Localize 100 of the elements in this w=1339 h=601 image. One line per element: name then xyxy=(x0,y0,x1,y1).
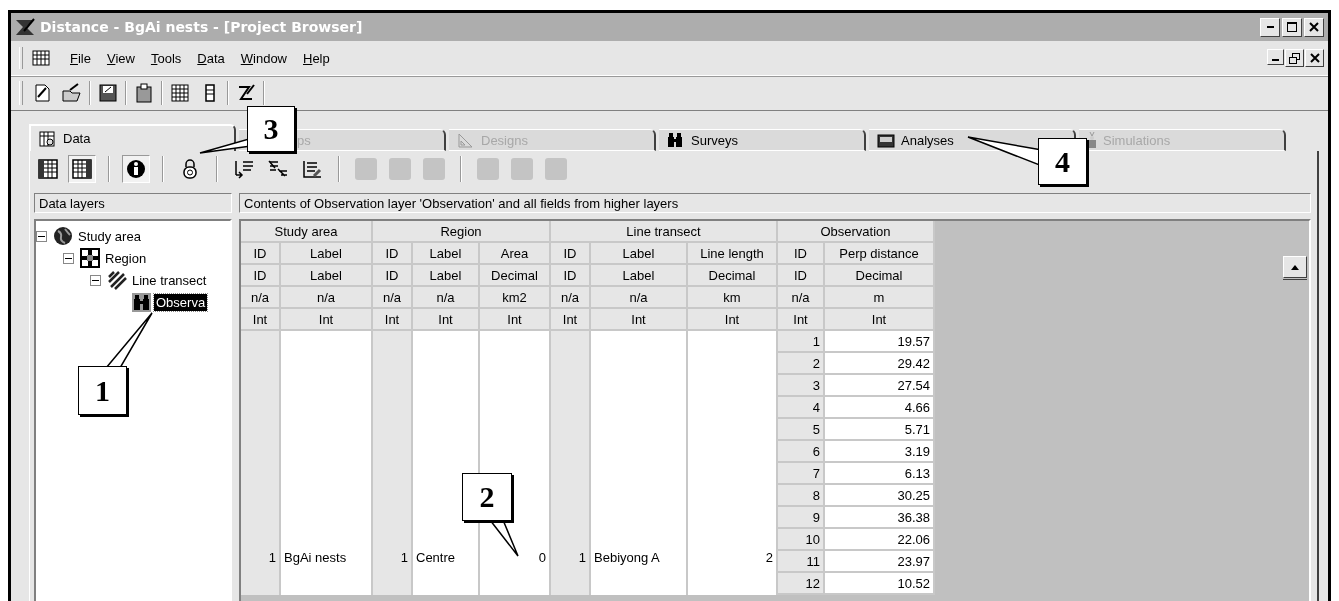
minimize-button[interactable] xyxy=(1260,17,1280,37)
callout-number: 1 xyxy=(78,366,127,415)
row-id-cell: 3 xyxy=(778,375,825,397)
column-header: Int xyxy=(413,309,480,331)
tree-item[interactable]: Observa xyxy=(154,293,208,311)
minimize-button[interactable] xyxy=(1267,49,1284,65)
panel-header: Contents of Observation layer 'Observation' and all fields from higher layers xyxy=(239,193,1311,213)
menu-item[interactable]: Window xyxy=(233,48,294,68)
list-arrow-icon xyxy=(233,158,255,180)
table-cell: Centre xyxy=(416,550,456,565)
table-cell: 1 xyxy=(268,550,276,565)
calendar-icon xyxy=(169,82,191,104)
callout-number: 4 xyxy=(1038,138,1087,185)
collapse-toggle[interactable] xyxy=(63,252,74,264)
close-button[interactable] xyxy=(1304,17,1324,37)
menu-item[interactable]: View xyxy=(99,48,142,68)
column-header: ID xyxy=(551,243,591,265)
table-cell: 1 xyxy=(400,550,408,565)
column-header: Area xyxy=(480,243,551,265)
column-header: Int xyxy=(825,309,935,331)
column-header: Label xyxy=(591,243,688,265)
column-header: Int xyxy=(373,309,413,331)
row-id-cell: 12 xyxy=(778,573,825,595)
binoculars-icon xyxy=(131,292,151,312)
row-id-cell: 5 xyxy=(778,419,825,441)
column-header: ID xyxy=(778,265,825,287)
table-cell: 29.42 xyxy=(825,353,935,375)
menu-item[interactable]: File xyxy=(63,48,98,68)
table-cell: BgAi nests xyxy=(284,550,347,565)
column-header: Int xyxy=(688,309,778,331)
callout-pointer xyxy=(104,312,153,369)
column-header: km xyxy=(688,287,778,309)
menu-item[interactable]: Help xyxy=(296,48,337,68)
menu-item[interactable]: Tools xyxy=(143,48,189,68)
table-cell: 3.19 xyxy=(825,441,935,463)
column-header: ID xyxy=(373,265,413,287)
column-header: n/a xyxy=(551,287,591,309)
tree-item[interactable]: Line transect xyxy=(130,271,209,289)
collapse-toggle[interactable] xyxy=(90,274,101,286)
row-id-cell: 4 xyxy=(778,397,825,419)
column-header: ID xyxy=(551,265,591,287)
menu-item[interactable]: Data xyxy=(190,48,232,68)
column-header: n/a xyxy=(778,287,825,309)
monitor-icon xyxy=(877,132,895,148)
column-group-header: Line transect xyxy=(551,221,778,243)
column-header: ID xyxy=(241,265,281,287)
table-cell: 0 xyxy=(538,550,546,565)
globe-icon xyxy=(53,226,73,246)
tree-item[interactable]: Region xyxy=(103,249,149,267)
column-header: Label xyxy=(413,265,480,287)
column-header: n/a xyxy=(373,287,413,309)
table-cell: 19.57 xyxy=(825,331,935,353)
column-header: Decimal xyxy=(688,265,778,287)
column-header: Line length xyxy=(688,243,778,265)
column-header: Decimal xyxy=(825,265,935,287)
column-header: ID xyxy=(778,243,825,265)
close-button[interactable] xyxy=(1305,49,1324,67)
row-id-cell: 2 xyxy=(778,353,825,375)
restore-button[interactable] xyxy=(1285,49,1304,67)
column-header: Int xyxy=(281,309,373,331)
column-header: n/a xyxy=(591,287,688,309)
diagonal-lines-icon xyxy=(107,270,127,290)
info-icon xyxy=(125,158,147,180)
toolbar-button[interactable] xyxy=(122,155,150,183)
table-cell: 6.13 xyxy=(825,463,935,485)
row-id-cell: 11 xyxy=(778,551,825,573)
collapse-toggle[interactable] xyxy=(36,230,47,242)
column-header: n/a xyxy=(241,287,281,309)
maximize-icon xyxy=(1287,22,1297,32)
column-grid-icon xyxy=(37,158,59,180)
panel-header: Data layers xyxy=(34,193,232,213)
tab[interactable]: Surveys xyxy=(659,129,866,151)
minus-icon xyxy=(92,279,99,281)
table-cell: 10.52 xyxy=(825,573,935,595)
column-header: Label xyxy=(281,243,373,265)
scroll-up-button[interactable] xyxy=(1283,256,1307,278)
row-id-cell: 7 xyxy=(778,463,825,485)
maximize-button[interactable] xyxy=(1282,17,1302,37)
table-cell: 2 xyxy=(765,550,773,565)
open-folder-icon xyxy=(61,82,83,104)
minimize-icon xyxy=(1266,26,1274,28)
rabbit-in-hat-icon xyxy=(1087,132,1097,148)
table-cell: 36.38 xyxy=(825,507,935,529)
column-header: Label xyxy=(281,265,373,287)
list-edit-icon xyxy=(301,158,323,180)
toolbar-button[interactable] xyxy=(68,155,96,183)
tree-item[interactable]: Study area xyxy=(76,227,143,245)
column-header: Int xyxy=(241,309,281,331)
column-header: Label xyxy=(591,265,688,287)
column-grid-icon xyxy=(71,158,93,180)
row-id-cell: 8 xyxy=(778,485,825,507)
column-header: km2 xyxy=(480,287,551,309)
calendar-icon xyxy=(31,49,51,67)
table-cell: Bebiyong A xyxy=(594,550,660,565)
table-cell: 1 xyxy=(578,550,586,565)
tab[interactable]: Data xyxy=(29,124,236,151)
table-cell: 30.25 xyxy=(825,485,935,507)
column-group-header: Region xyxy=(373,221,551,243)
column-header: Label xyxy=(413,243,480,265)
triangle-ruler-icon xyxy=(457,132,475,148)
